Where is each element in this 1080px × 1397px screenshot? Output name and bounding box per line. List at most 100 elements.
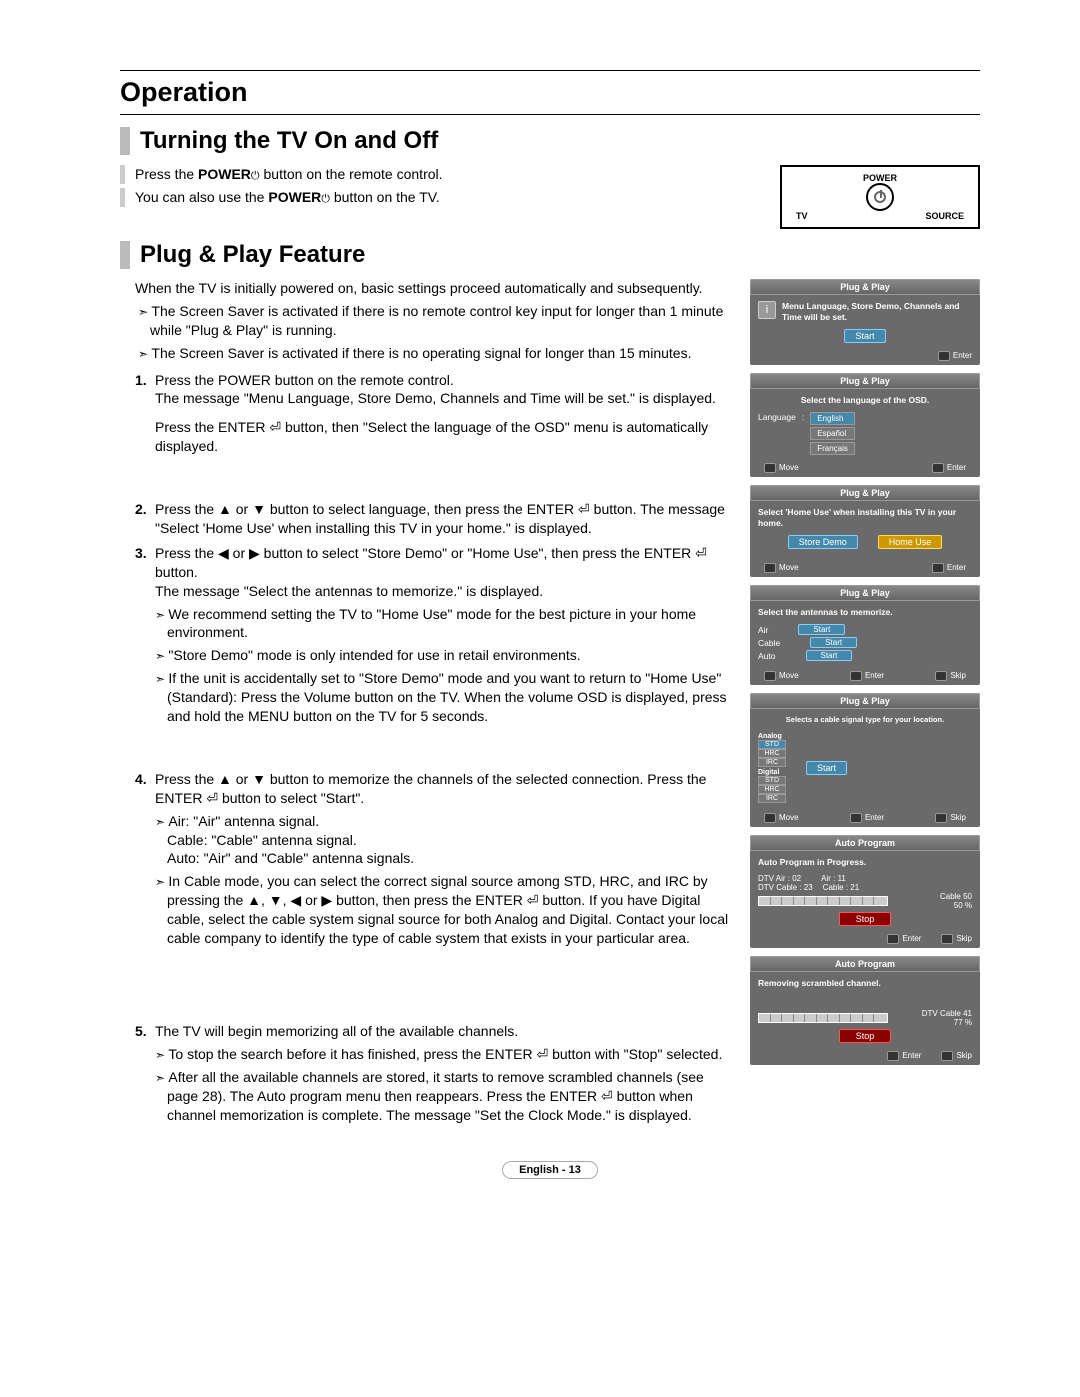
intro-text: When the TV is initially powered on, bas… [120,279,730,298]
enter-hint: Enter [850,813,884,823]
progress-bar [758,896,888,906]
step-text: Press the ENTER ⏎ button, then "Select t… [155,418,730,456]
info-icon: i [758,301,776,319]
note: To stop the search before it has finishe… [155,1045,730,1064]
page-footer: English - 13 [120,1160,980,1179]
digital-label: Digital [758,769,786,776]
lang-option-espanol[interactable]: Español [810,427,855,440]
note: In Cable mode, you can select the correc… [155,872,730,948]
antenna-air: Air [758,625,768,635]
start-button[interactable]: Start [806,650,853,661]
prog-right: 77 % [922,1018,972,1027]
enter-hint: Enter [932,463,966,473]
instruction-line: You can also use the POWER⏻ button on th… [120,188,760,207]
remote-power-label: POWER [786,173,974,183]
enter-hint: Enter [887,934,921,944]
text-frag: You can also use the [135,189,268,205]
move-hint: Move [764,813,799,823]
osd-message: Menu Language, Store Demo, Channels and … [758,301,972,323]
osd-panel-antenna: Plug & Play Select the antennas to memor… [750,585,980,685]
osd-panel-scrambled: Auto Program Removing scrambled channel.… [750,956,980,1065]
skip-hint: Skip [935,671,966,681]
osd-panel-cable-type: Plug & Play Selects a cable signal type … [750,693,980,827]
note: If the unit is accidentally set to "Stor… [155,669,730,726]
home-use-button[interactable]: Home Use [878,535,943,549]
osd-header: Auto Program [750,835,980,851]
prog-right: Cable 50 [940,892,972,901]
antenna-auto: Auto [758,651,776,661]
skip-hint: Skip [941,1051,972,1061]
note-screensaver-2: The Screen Saver is activated if there i… [120,344,730,363]
note: Air: "Air" antenna signal. Cable: "Cable… [155,812,730,869]
step-text: Press the ▲ or ▼ button to memorize the … [155,770,730,808]
move-hint: Move [764,563,799,573]
osd-message: Auto Program in Progress. [758,857,972,868]
store-demo-button[interactable]: Store Demo [788,535,858,549]
prog-stat: Cable : 21 [823,883,859,892]
enter-hint: Enter [850,671,884,681]
section-title-plug-play: Plug & Play Feature [120,241,980,269]
osd-message: Removing scrambled channel. [758,978,972,989]
osd-message: Select the antennas to memorize. [758,607,972,618]
page-title: Operation [120,70,980,115]
progress-bar [758,1013,888,1023]
start-button[interactable]: Start [844,329,885,343]
enter-hint: Enter [887,1051,921,1061]
analog-label: Analog [758,733,786,740]
osd-message: Selects a cable signal type for your loc… [758,715,972,725]
note: "Store Demo" mode is only intended for u… [155,646,730,665]
sig-irc[interactable]: IRC [758,794,786,803]
antenna-cable: Cable [758,638,780,648]
power-button-graphic [866,183,894,211]
osd-panel-language: Plug & Play Select the language of the O… [750,373,980,477]
start-button[interactable]: Start [798,624,845,635]
sig-irc[interactable]: IRC [758,758,786,767]
start-button[interactable]: Start [810,637,857,648]
osd-screenshots: Plug & Play i Menu Language, Store Demo,… [750,279,980,1065]
note: We recommend setting the TV to "Home Use… [155,605,730,643]
enter-hint: Enter [938,351,972,361]
sig-std[interactable]: STD [758,776,786,785]
step-5: 5. The TV will begin memorizing all of t… [155,1022,730,1124]
section-title-turning-on: Turning the TV On and Off [120,127,980,155]
osd-header: Plug & Play [750,693,980,709]
page-number: English - 13 [502,1161,598,1179]
step-text: Press the POWER button on the remote con… [155,371,730,409]
lang-option-english[interactable]: English [810,412,855,425]
stop-button[interactable]: Stop [839,912,892,926]
osd-panel-start: Plug & Play i Menu Language, Store Demo,… [750,279,980,365]
power-icon: ⏻ [321,193,330,205]
text-frag: button on the TV. [330,189,440,205]
prog-right: 50 % [940,901,972,910]
step-2: 2. Press the ▲ or ▼ button to select lan… [155,500,730,538]
enter-hint: Enter [932,563,966,573]
osd-panel-progress: Auto Program Auto Program in Progress. D… [750,835,980,948]
osd-header: Plug & Play [750,485,980,501]
lang-option-francais[interactable]: Français [810,442,855,455]
text-frag: button on the remote control. [260,166,443,182]
start-button[interactable]: Start [806,761,847,775]
step-3: 3. Press the ◀ or ▶ button to select "St… [155,544,730,726]
power-label: POWER [268,189,321,205]
prog-stat: DTV Air : 02 [758,874,801,883]
sig-hrc[interactable]: HRC [758,785,786,794]
skip-hint: Skip [941,934,972,944]
sig-hrc[interactable]: HRC [758,749,786,758]
sig-std[interactable]: STD [758,740,786,749]
move-hint: Move [764,671,799,681]
osd-message: Select 'Home Use' when installing this T… [758,507,972,529]
stop-button[interactable]: Stop [839,1029,892,1043]
skip-hint: Skip [935,813,966,823]
step-text: Press the ▲ or ▼ button to select langua… [155,500,730,538]
step-4: 4. Press the ▲ or ▼ button to memorize t… [155,770,730,948]
language-label: Language [758,412,796,422]
text-frag: Press the [135,166,198,182]
osd-header: Auto Program [750,956,980,972]
note: After all the available channels are sto… [155,1068,730,1125]
step-text: Press the ◀ or ▶ button to select "Store… [155,544,730,601]
osd-header: Plug & Play [750,279,980,295]
step-1: 1. Press the POWER button on the remote … [155,371,730,457]
remote-tv-label: TV [796,211,808,221]
power-icon: ⏻ [251,170,260,182]
prog-right: DTV Cable 41 [922,1009,972,1018]
